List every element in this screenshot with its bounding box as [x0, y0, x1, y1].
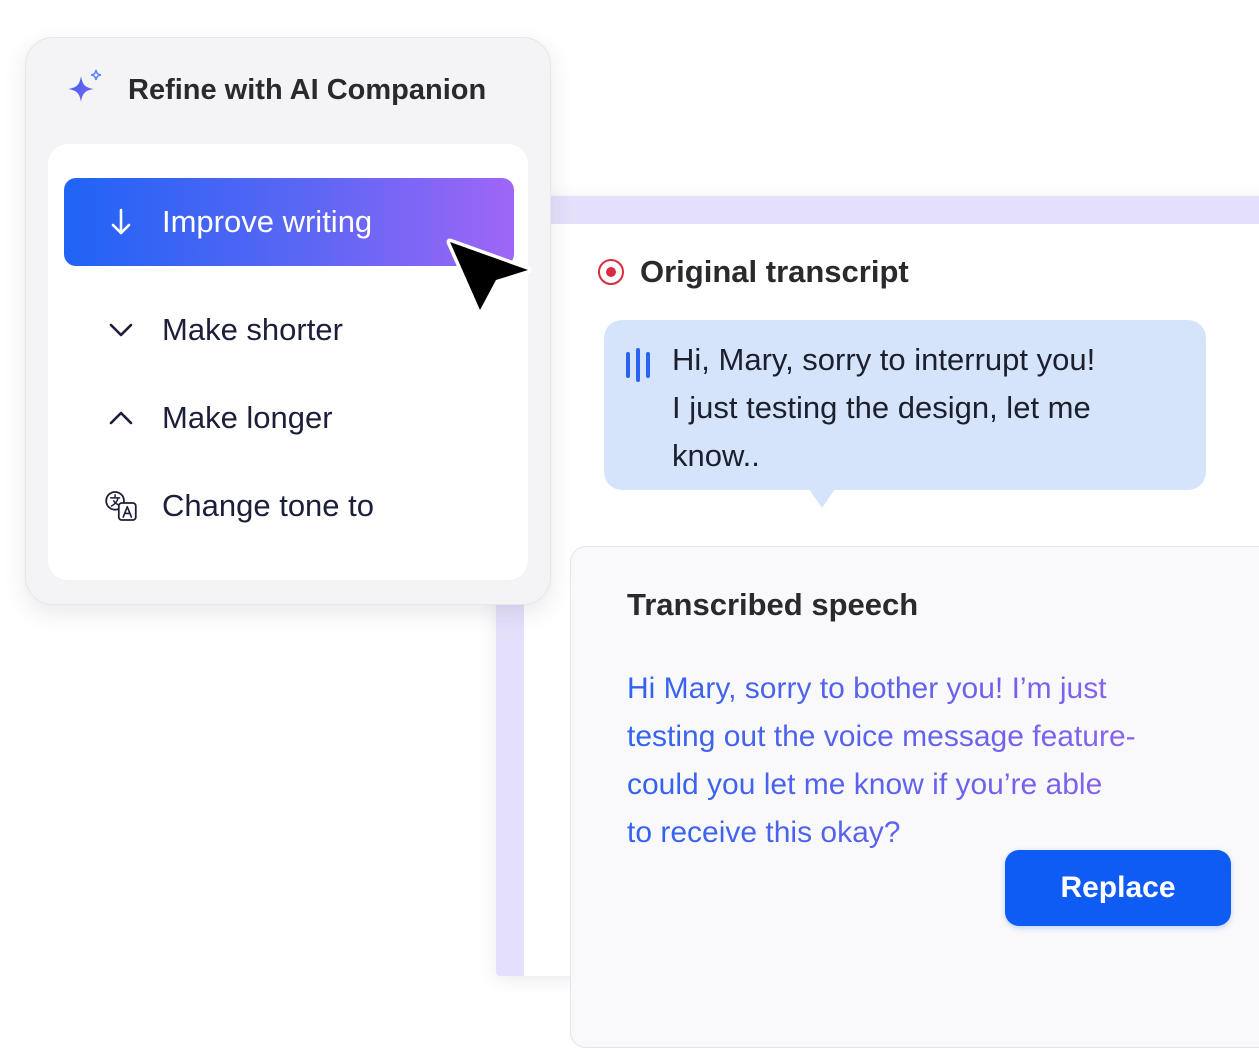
original-transcript-title: Original transcript [640, 254, 909, 289]
menu-item-change-tone[interactable]: Change tone to [64, 462, 514, 550]
chevron-up-icon [104, 408, 138, 428]
original-transcript-text: Hi, Mary, sorry to interrupt you! I just… [672, 336, 1182, 480]
menu-item-label: Improve writing [162, 204, 373, 239]
original-line: Hi, Mary, sorry to interrupt you! [672, 342, 1096, 377]
original-transcript-header: Original transcript [598, 254, 909, 290]
mouse-pointer-icon [436, 230, 546, 330]
menu-item-make-longer[interactable]: Make longer [64, 374, 514, 462]
ai-companion-title: Refine with AI Companion [128, 73, 487, 106]
original-line: know.. [672, 438, 760, 473]
transcribed-speech-text: Hi Mary, sorry to bother you! I’m just t… [627, 665, 1247, 857]
menu-item-label: Make longer [162, 400, 333, 435]
speech-line: could you let me know if you’re able [627, 761, 1247, 809]
chevron-down-icon [104, 320, 138, 340]
bubble-tail [804, 482, 840, 508]
refine-menu: Improve writing Make shorter Make longer [48, 144, 528, 580]
original-line: I just testing the design, let me [672, 390, 1091, 425]
menu-item-label: Change tone to [162, 488, 375, 523]
translate-icon [104, 484, 138, 528]
transcribed-speech-title: Transcribed speech [627, 587, 919, 622]
transcript-content: Original transcript Hi, Mary, sorry to i… [524, 224, 1259, 1048]
transcribed-speech-card: Transcribed speech Hi Mary, sorry to bot… [570, 546, 1259, 1048]
audio-wave-icon [626, 348, 650, 382]
speech-line: testing out the voice message feature- [627, 713, 1247, 761]
menu-item-label: Make shorter [162, 312, 343, 347]
speech-line: Hi Mary, sorry to bother you! I’m just [627, 665, 1247, 713]
arrow-down-icon [104, 207, 138, 237]
ai-sparkle-icon [62, 68, 106, 112]
record-icon [598, 259, 624, 285]
ai-companion-header: Refine with AI Companion [62, 68, 486, 112]
transcript-panel: Original transcript Hi, Mary, sorry to i… [496, 196, 1259, 1048]
original-transcript-bubble: Hi, Mary, sorry to interrupt you! I just… [604, 320, 1206, 490]
replace-button[interactable]: Replace [1005, 850, 1231, 926]
